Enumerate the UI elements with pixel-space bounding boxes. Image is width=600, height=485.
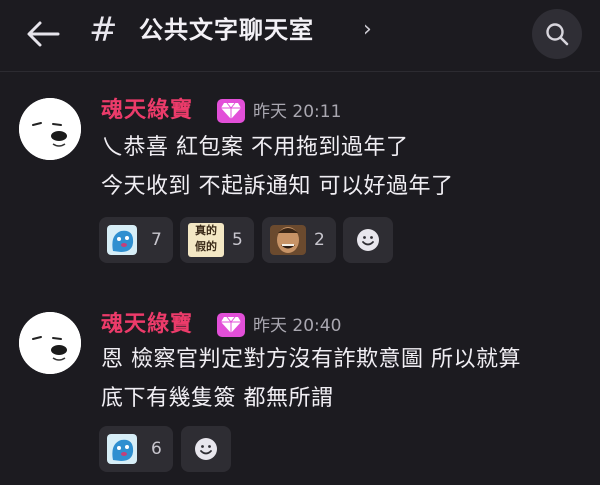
channel-hash: # [89, 10, 118, 50]
channel-title[interactable]: 公共文字聊天室 [139, 14, 314, 46]
back-button[interactable] [26, 20, 60, 48]
chat-header: # 公共文字聊天室 › [0, 0, 600, 72]
avatar[interactable] [19, 312, 81, 374]
blue-blob-sticker [107, 225, 137, 255]
chevron-right-icon[interactable]: › [363, 16, 372, 44]
reaction-count: 5 [232, 230, 243, 250]
search-button[interactable] [532, 9, 582, 59]
membership-badge [217, 313, 245, 337]
diamond-icon [221, 102, 241, 119]
search-icon [546, 23, 569, 46]
smiley-icon [195, 438, 217, 460]
reaction-count: 2 [314, 230, 325, 250]
reaction-count: 7 [151, 230, 162, 250]
message-text-line: 今天收到 不起訴通知 可以好過年了 [101, 174, 454, 199]
add-reaction-button[interactable] [181, 426, 231, 472]
username[interactable]: 魂天綠寶 [101, 97, 193, 125]
reaction-count: 6 [151, 439, 162, 459]
reaction-chip[interactable]: 7 [99, 217, 173, 263]
avatar[interactable] [19, 98, 81, 160]
diamond-icon [221, 316, 241, 333]
username[interactable]: 魂天綠寶 [101, 311, 193, 339]
laughing-man-sticker [270, 225, 306, 255]
message-timestamp: 昨天 20:40 [253, 316, 342, 336]
add-reaction-button[interactable] [343, 217, 393, 263]
message-text-line: 恩 檢察官判定對方沒有詐欺意圖 所以就算 [101, 347, 521, 372]
smiley-icon [357, 229, 379, 251]
message-timestamp: 昨天 20:11 [253, 102, 342, 122]
reaction-chip[interactable]: 2 [262, 217, 336, 263]
reaction-chip[interactable]: 真的 假的 5 [180, 217, 254, 263]
arrow-left-icon [27, 21, 60, 47]
blue-blob-sticker [107, 434, 137, 464]
real-or-fake-sticker: 真的 假的 [188, 223, 224, 257]
message-text-line: 乀恭喜 紅包案 不用拖到過年了 [101, 135, 409, 160]
reaction-chip[interactable]: 6 [99, 426, 173, 472]
membership-badge [217, 99, 245, 123]
message-text-line: 底下有幾隻簽 都無所謂 [101, 386, 334, 411]
